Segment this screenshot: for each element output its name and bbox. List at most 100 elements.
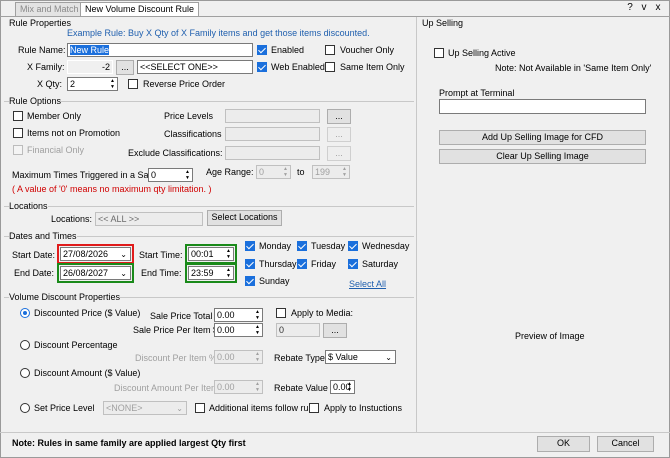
price-levels-browse-button[interactable]: ... <box>327 109 351 124</box>
web-enabled-checkbox[interactable] <box>257 62 267 72</box>
rebate-value-input[interactable]: 0.00 ▲ ▼ <box>330 380 355 394</box>
end-time-input[interactable]: 23:59 ▲ ▼ <box>188 266 234 280</box>
apply-to-media-label: Apply to Media: <box>291 308 354 318</box>
apply-to-instructions-checkbox[interactable] <box>309 403 319 413</box>
exclude-classifications-field[interactable] <box>225 146 320 160</box>
exclude-classifications-browse-button[interactable]: ... <box>327 146 351 161</box>
start-time-value: 00:01 <box>191 249 214 259</box>
discount-percentage-label: Discount Percentage <box>34 340 118 350</box>
media-browse-button[interactable]: ... <box>323 323 347 338</box>
enabled-label: Enabled <box>271 45 305 55</box>
help-icon[interactable]: ? <box>624 2 636 13</box>
set-price-level-radio[interactable] <box>20 403 30 413</box>
select-locations-button[interactable]: Select Locations <box>207 210 282 226</box>
reverse-price-order-label: Reverse Price Order <box>143 79 226 89</box>
x-qty-spinner[interactable]: ▲ ▼ <box>109 78 116 90</box>
x-family-browse-button[interactable]: ... <box>116 60 134 75</box>
locations-label: Locations: <box>51 214 93 224</box>
discount-percentage-radio[interactable] <box>20 340 30 350</box>
cancel-button[interactable]: Cancel <box>597 436 654 452</box>
x-family-select[interactable]: <<SELECT ONE>> <box>137 60 253 74</box>
sale-price-total-value: 0.00 <box>217 310 235 320</box>
start-time-spinner[interactable]: ▲ ▼ <box>225 248 232 260</box>
select-all-link[interactable]: Select All <box>349 279 386 290</box>
price-level-value: <NONE> <box>106 403 143 413</box>
rebate-type-select[interactable]: $ Value ⌄ <box>325 350 396 364</box>
discount-per-item-pct-input[interactable]: 0.00 ▲ ▼ <box>214 350 263 364</box>
day-monday-checkbox[interactable] <box>245 241 255 251</box>
classifications-browse-button[interactable]: ... <box>327 127 351 142</box>
financial-only-checkbox[interactable] <box>13 145 23 155</box>
same-item-only-checkbox[interactable] <box>325 62 335 72</box>
max-times-spinner[interactable]: ▲ ▼ <box>184 169 191 181</box>
tab-new-volume-discount-rule[interactable]: New Volume Discount Rule <box>80 2 200 16</box>
price-level-select[interactable]: <NONE> ⌄ <box>103 401 187 415</box>
x-family-code[interactable]: -2 <box>67 60 113 74</box>
day-saturday-checkbox[interactable] <box>348 259 358 269</box>
up-selling-note: Note: Not Available in 'Same Item Only' <box>495 63 652 73</box>
locations-group <box>4 206 414 207</box>
tab-mix-and-match[interactable]: Mix and Match <box>15 2 84 16</box>
sale-price-total-label: Sale Price Total <box>150 311 213 321</box>
enabled-checkbox[interactable] <box>257 45 267 55</box>
additional-items-checkbox[interactable] <box>195 403 205 413</box>
media-field[interactable]: 0 <box>276 323 320 337</box>
sale-price-total-input[interactable]: 0.00 ▲ ▼ <box>214 308 263 322</box>
locations-field[interactable]: << ALL >> <box>95 212 203 226</box>
chevron-down-icon[interactable]: ⌄ <box>385 352 392 363</box>
close-icon[interactable]: x <box>652 2 664 13</box>
prompt-at-terminal-label: Prompt at Terminal <box>439 88 515 98</box>
max-times-input[interactable]: 0 ▲ ▼ <box>148 168 193 182</box>
discounted-price-label: Discounted Price ($ Value) <box>34 308 141 318</box>
minimize-icon[interactable]: v <box>638 2 650 13</box>
age-from-spinner[interactable]: ▲ ▼ <box>282 166 289 178</box>
ok-button[interactable]: OK <box>537 436 590 452</box>
discount-amount-per-item-input[interactable]: 0.00 ▲ ▼ <box>214 380 263 394</box>
apply-to-media-checkbox[interactable] <box>276 308 286 318</box>
member-only-checkbox[interactable] <box>13 111 23 121</box>
discounted-price-radio[interactable] <box>20 308 30 318</box>
day-sunday-checkbox[interactable] <box>245 276 255 286</box>
day-wednesday-checkbox[interactable] <box>348 241 358 251</box>
discount-per-item-pct-value: 0.00 <box>217 352 235 362</box>
chevron-down-icon[interactable]: ⌄ <box>120 249 127 260</box>
day-tuesday-checkbox[interactable] <box>297 241 307 251</box>
discount-per-item-pct-spinner[interactable]: ▲ ▼ <box>254 351 261 363</box>
chevron-down-icon[interactable]: ⌄ <box>120 268 127 279</box>
prompt-at-terminal-input[interactable] <box>439 99 646 114</box>
clear-up-selling-image-button[interactable]: Clear Up Selling Image <box>439 149 646 164</box>
rebate-value-spinner[interactable]: ▲ ▼ <box>346 381 353 393</box>
start-date-picker[interactable]: 27/08/2026 ⌄ <box>60 247 131 261</box>
price-levels-field[interactable] <box>225 109 320 123</box>
rebate-value-label: Rebate Value <box>274 383 328 393</box>
end-time-label: End Time: <box>141 268 182 278</box>
end-date-picker[interactable]: 26/08/2027 ⌄ <box>60 266 131 280</box>
discount-amount-per-item-spinner[interactable]: ▲ ▼ <box>254 381 261 393</box>
classifications-field[interactable] <box>225 127 320 141</box>
rule-name-input[interactable]: New Rule <box>67 43 253 57</box>
x-qty-input[interactable]: 2 ▲ ▼ <box>67 77 118 91</box>
rule-name-value: New Rule <box>70 45 110 55</box>
voucher-only-checkbox[interactable] <box>325 45 335 55</box>
items-not-on-promotion-checkbox[interactable] <box>13 128 23 138</box>
image-preview-label: Preview of Image <box>515 331 585 341</box>
rule-properties-title: Rule Properties <box>9 18 72 28</box>
age-to-spinner[interactable]: ▲ ▼ <box>341 166 348 178</box>
day-thursday-checkbox[interactable] <box>245 259 255 269</box>
reverse-price-order-checkbox[interactable] <box>128 79 138 89</box>
end-time-spinner[interactable]: ▲ ▼ <box>225 267 232 279</box>
day-friday-label: Friday <box>311 259 337 269</box>
up-selling-active-checkbox[interactable] <box>434 48 444 58</box>
day-friday-checkbox[interactable] <box>297 259 307 269</box>
add-up-selling-image-button[interactable]: Add Up Selling Image for CFD <box>439 130 646 145</box>
sale-price-per-item-input[interactable]: 0.00 ▲ ▼ <box>214 323 263 337</box>
discount-amount-radio[interactable] <box>20 368 30 378</box>
chevron-down-icon[interactable]: ⌄ <box>176 403 183 414</box>
age-from-input[interactable]: 0 ▲ ▼ <box>256 165 291 179</box>
start-time-input[interactable]: 00:01 ▲ ▼ <box>188 247 234 261</box>
age-to-input[interactable]: 199 ▲ ▼ <box>312 165 350 179</box>
rebate-type-label: Rebate Type <box>274 353 325 363</box>
sale-price-total-spinner[interactable]: ▲ ▼ <box>254 309 261 321</box>
age-to-label: to <box>297 167 305 177</box>
sale-price-per-item-spinner[interactable]: ▲ ▼ <box>254 324 261 336</box>
